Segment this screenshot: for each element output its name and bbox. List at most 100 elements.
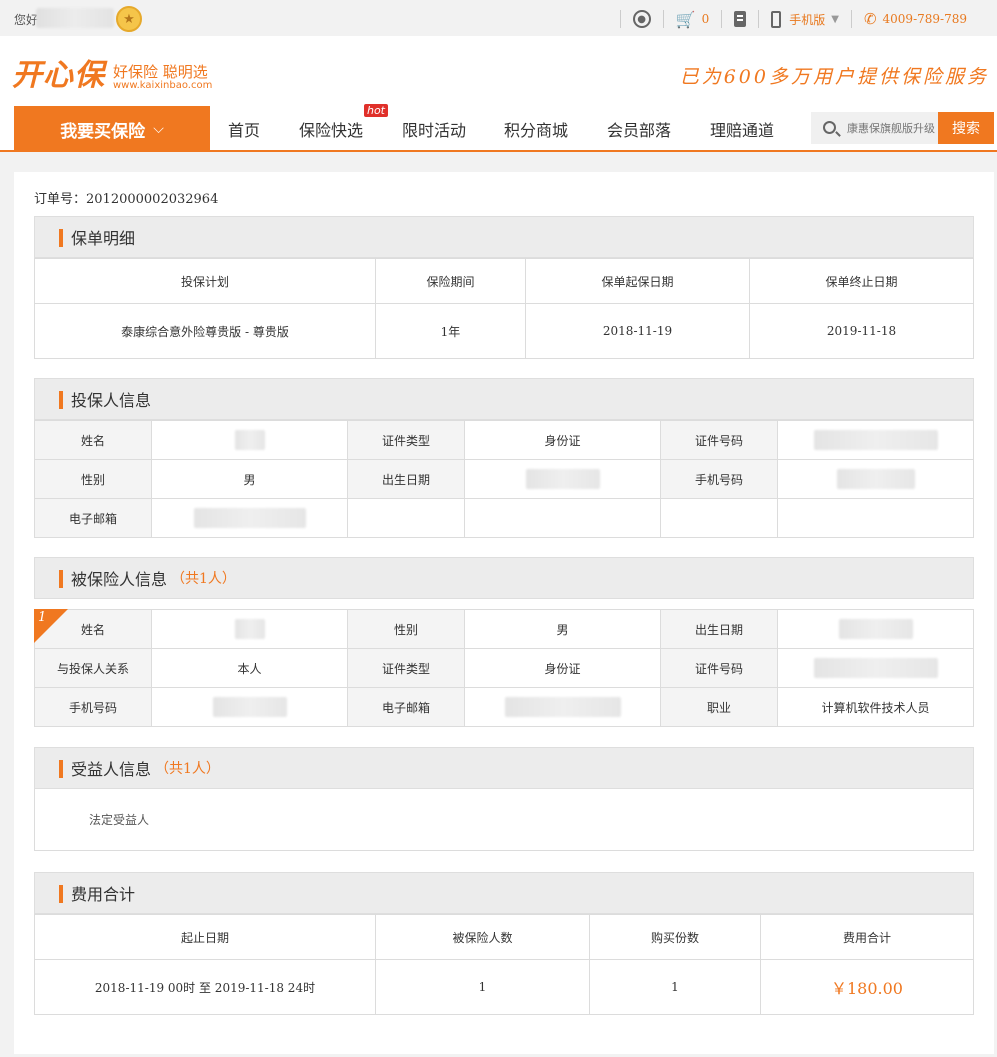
buy-insurance-label: 我要买保险 [60,121,146,142]
value-id-no [777,420,974,460]
table-row: 与投保人关系 本人 证件类型 身份证 证件号码 [34,648,974,688]
table-row: 姓名 性别 男 出生日期 [34,609,974,649]
label-birth: 出生日期 [660,609,778,649]
nav-item-home[interactable]: 首页 [210,106,278,152]
value-email [151,498,348,538]
chevron-down-icon: ⌵ [153,121,164,137]
label-id-type: 证件类型 [347,420,465,460]
nav-item-quick-pick[interactable]: 保险快选 hot [278,104,388,152]
nav-item-member-club[interactable]: 会员部落 [588,106,690,152]
table-row: 手机号码 电子邮箱 职业 计算机软件技术人员 [34,687,974,727]
section-header: 费用合计 [34,872,974,914]
site-logo[interactable]: 开心保 好保险 聪明选 www.kaixinbao.com [12,50,212,94]
mobile-version-link[interactable]: 手机版 [789,11,825,28]
value-id-type: 身份证 [464,648,661,688]
order-detail-panel: 订单号：2012000002032964 保单明细 投保计划 保险期间 保单起保… [14,172,994,1054]
member-medal-icon[interactable]: ★ [116,6,142,32]
coverage-period: 2018-11-19 00时 至 2019-11-18 24时 [34,959,376,1015]
policy-table: 投保计划 保险期间 保单起保日期 保单终止日期 泰康综合意外险尊贵版 - 尊贵版… [34,258,974,359]
insured-section: 被保险人信息 （共1人） 姓名 性别 男 出生日期 与投保人关系 本人 证件类型 … [34,557,974,727]
mobile-icon [771,10,782,28]
beneficiary-text: 法定受益人 [34,789,974,851]
greeting: 您好 [14,13,39,27]
label-name: 姓名 [34,420,152,460]
label-email: 电子邮箱 [34,498,152,538]
value-gender: 男 [151,459,348,499]
table-header: 保单终止日期 [749,258,974,304]
table-row: 电子邮箱 [34,498,974,538]
plan-name: 泰康综合意外险尊贵版 - 尊贵版 [34,303,376,359]
logo-slogan: 好保险 聪明选 [113,63,208,81]
label-mobile: 手机号码 [660,459,778,499]
table-header: 起止日期 [34,914,376,960]
value-id-no [777,648,974,688]
table-header: 投保计划 [34,258,376,304]
value-birth [777,609,974,649]
value-id-type: 身份证 [464,420,661,460]
logo-text: 开心保 [12,58,105,93]
section-header: 被保险人信息 （共1人） [34,557,974,599]
beneficiary-count: （共1人） [155,761,220,777]
logo-url: www.kaixinbao.com [113,80,213,91]
table-header: 购买份数 [589,914,761,960]
search-input[interactable] [847,112,939,144]
table-row: 姓名 证件类型 身份证 证件号码 [34,420,974,460]
phone-icon: ✆ [863,10,877,28]
label-id-no: 证件号码 [660,648,778,688]
end-date: 2019-11-18 [749,303,974,359]
top-bar: 您好 ★ ● 🛒 0 手机版 ▼ ✆ 4009-789-789 [0,0,997,36]
applicant-table: 姓名 证件类型 身份证 证件号码 性别 男 出生日期 手机号码 电子邮箱 [34,420,974,538]
value-mobile [151,687,348,727]
order-number: 订单号：2012000002032964 [34,192,219,207]
label-gender: 性别 [347,609,465,649]
applicant-section: 投保人信息 姓名 证件类型 身份证 证件号码 性别 男 出生日期 手机号码 电子… [34,378,974,538]
section-header: 投保人信息 [34,378,974,420]
value-name [151,609,348,649]
copies: 1 [589,959,761,1015]
user-icon[interactable]: ● [632,10,651,28]
main-nav: 我要买保险 ⌵ 首页 保险快选hot 限时活动 积分商城 会员部落 理赔通道 搜… [0,104,997,152]
label-email: 电子邮箱 [347,687,465,727]
value-relation: 本人 [151,648,348,688]
insured-count: （共1人） [171,571,236,587]
table-header: 费用合计 [760,914,974,960]
top-bar-links: ● 🛒 0 手机版 ▼ ✆ 4009-789-789 [608,8,967,30]
value-mobile [777,459,974,499]
nav-item-points-mall[interactable]: 积分商城 [484,106,588,152]
search-button[interactable]: 搜索 [938,112,994,144]
search-box: 搜索 [811,112,994,144]
value-email [464,687,661,727]
username-redacted [36,8,114,28]
period: 1年 [375,303,526,359]
chevron-down-icon[interactable]: ▼ [831,14,839,25]
value-birth [464,459,661,499]
total-fee: ￥180.00 [760,959,974,1015]
cart-icon[interactable]: 🛒 [676,10,696,29]
section-header: 受益人信息 （共1人） [34,747,974,789]
insured-count-value: 1 [375,959,590,1015]
table-row: 性别 男 出生日期 手机号码 [34,459,974,499]
section-header: 保单明细 [34,216,974,258]
label-gender: 性别 [34,459,152,499]
policy-section: 保单明细 投保计划 保险期间 保单起保日期 保单终止日期 泰康综合意外险尊贵版 … [34,216,974,359]
label-id-type: 证件类型 [347,648,465,688]
label-id-no: 证件号码 [660,420,778,460]
tagline: 已为600多万用户提供保险服务 [679,66,989,88]
table-row: 泰康综合意外险尊贵版 - 尊贵版 1年 2018-11-19 2019-11-1… [34,303,974,359]
value-name [151,420,348,460]
orders-icon[interactable] [734,11,747,27]
start-date: 2018-11-19 [525,303,750,359]
label-mobile: 手机号码 [34,687,152,727]
cart-count[interactable]: 0 [702,12,710,26]
table-header: 保险期间 [375,258,526,304]
table-header: 被保险人数 [375,914,590,960]
insured-table: 姓名 性别 男 出生日期 与投保人关系 本人 证件类型 身份证 证件号码 手机号… [34,609,974,727]
nav-item-promotions[interactable]: 限时活动 [384,106,484,152]
nav-item-claims[interactable]: 理赔通道 [690,106,794,152]
site-header: 开心保 好保险 聪明选 www.kaixinbao.com 已为600多万用户提… [0,36,997,106]
insured-index: 1 [38,610,47,625]
label-relation: 与投保人关系 [34,648,152,688]
fees-table: 起止日期 被保险人数 购买份数 费用合计 2018-11-19 00时 至 20… [34,914,974,1015]
buy-insurance-menu[interactable]: 我要买保险 ⌵ [14,106,210,152]
hotline: 4009-789-789 [882,12,967,26]
